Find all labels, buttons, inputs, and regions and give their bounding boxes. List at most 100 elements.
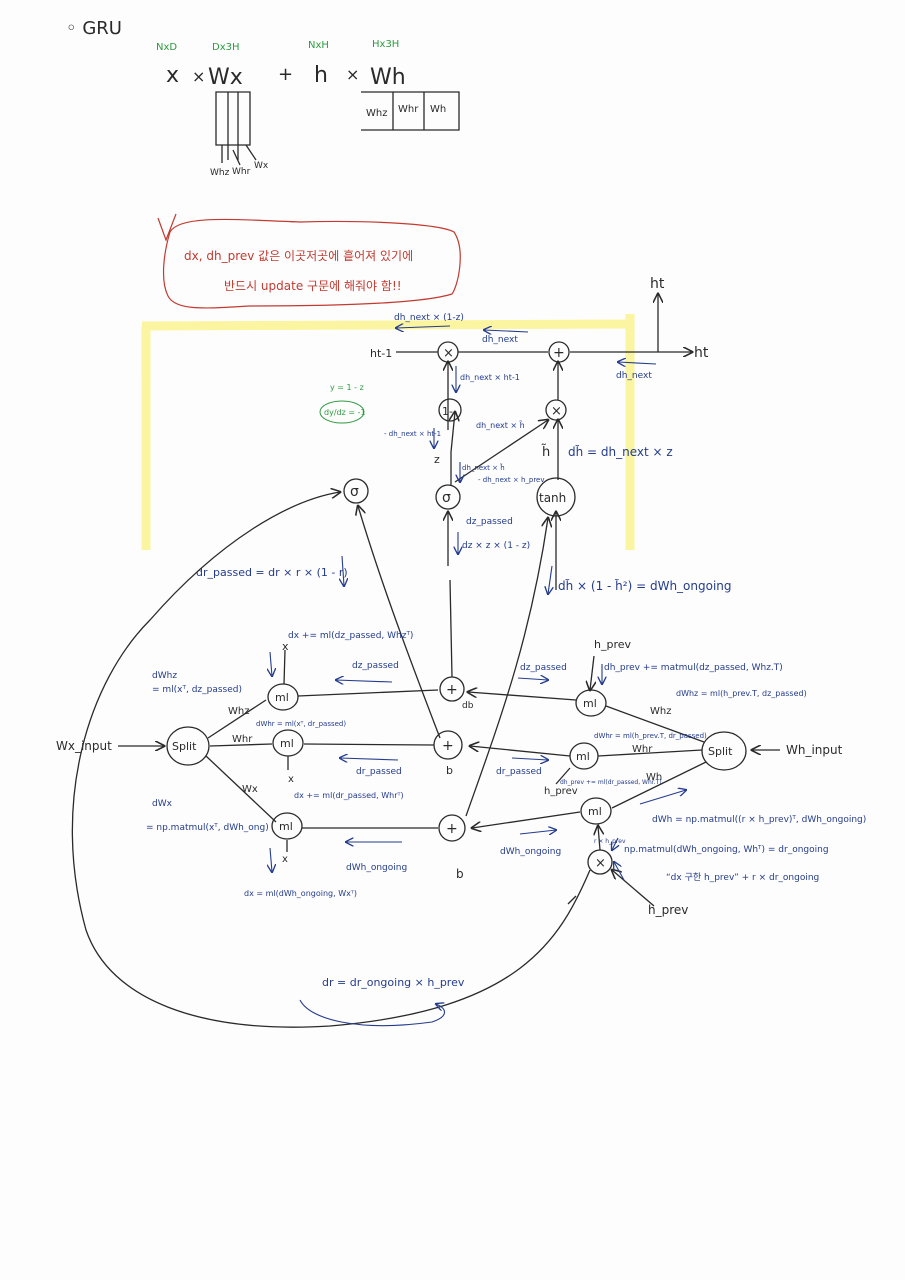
whz-left: Whz [228,706,249,717]
wx-part-z: Whz [210,168,230,178]
eq-h: h [314,63,328,88]
wh-matrix: Whz Whr Wh [361,91,460,131]
dz-passed-top: dz_passed [466,517,513,527]
whr-right: Whr [632,744,653,755]
dz-passed-left: dz_passed [352,661,399,671]
sigma-symbol: σ [350,484,359,500]
wh-part-h: Wh [430,104,446,115]
dr-passed-left: dr_passed [356,767,402,777]
dwhz-left: dWhz [152,671,177,681]
ht-output-up: ht [650,276,665,292]
dh-prev-r: dh_prev += ml(dr_passed, Whr.T) [560,779,662,786]
dx-note: “dx 구한 h_prev” + r × dr_ongoing [666,872,819,883]
plus-symbol: + [553,345,565,361]
matmul-label: ml [583,697,597,710]
dim-dx3h: Dx3H [212,42,240,53]
dx-h: dx = ml(dWh_ongoing, Wxᵀ) [244,889,357,898]
plus-symbol: + [446,821,458,837]
red-note: dx, dh_prev 값은 이곳저곳에 흩어져 있기에 반드시 update … [157,213,461,309]
minus-dh-next: - dh_next × ht-1 [384,430,441,438]
bottom-annotation: dr = dr_ongoing × h_prev [299,976,465,1027]
y-eq: y = 1 - z [330,383,364,392]
matmul-label: ml [279,820,293,833]
dr-passed-right: dr_passed [496,767,542,777]
mul-symbol: × [551,404,562,419]
dwx-left-eq: = np.matmul(xᵀ, dWh_ong) [146,823,269,833]
right-annotations: dh_prev += matmul(dz_passed, Whz.T) dWhz… [496,663,866,883]
dwhz-left-eq: = ml(xᵀ, dz_passed) [152,685,242,695]
eq-times-1: × [192,67,205,86]
whz-right: Whz [650,706,671,717]
wx-part-r: Whr [232,167,251,177]
dz-passed-right: dz_passed [520,663,567,673]
eq-wh: Wh [370,65,406,90]
dwhz-right-eq: dWhz = ml(h_prev.T, dz_passed) [676,689,807,698]
dwh-ongoing-formula: dh̃ × (1 - h̃²) = dWh_ongoing [558,579,732,593]
h-t-minus-1: ht-1 [370,347,392,360]
wx-matrix: Whz Whr Wx [210,91,269,178]
eq-x: x [166,63,179,88]
dydz: dy/dz = -1 [324,408,366,417]
eq-plus: + [278,64,293,85]
h-prev-bottom: h_prev [648,903,688,917]
bias-r: b [446,764,453,777]
wx-part-h: Wx [254,161,269,171]
dwhr-right-eq: dWhr = ml(h_prev.T, dr_passed) [594,732,707,740]
x-bottom-left: x [282,854,288,865]
dwh-ongoing-left: dWh_ongoing [346,863,407,873]
dx-z: dx += ml(dz_passed, Whzᵀ) [288,631,413,641]
plus-symbol: + [442,738,454,754]
notebook-page: { "title": "◦ GRU", "colors": { "ink": "… [0,0,905,1280]
dx-r: dx += ml(dr_passed, Whrᵀ) [294,791,404,800]
wx-left: Wx [242,784,258,795]
r-hprev: r × h_prev [594,838,626,845]
dr-passed-formula: dr_passed = dr × r × (1 - r) [196,566,348,579]
dwhr-left: dWhr = ml(xᵀ, dr_passed) [256,720,346,728]
wh-part-r: Whr [398,104,419,115]
wh-input-label: Wh_input [786,743,843,757]
note-line-1: dx, dh_prev 값은 이곳저곳에 흩어져 있기에 [184,248,413,263]
plus-symbol: + [446,682,458,698]
r-loop: σ [71,478,591,1028]
dim-nxh: NxH [308,40,329,51]
wx-input-label: Wx_input [56,739,112,753]
dh-next-1-z: dh_next × (1-z) [394,313,464,323]
h-tilde-label: h̃ [541,445,550,460]
eq-times-2: × [346,65,359,84]
z-label: z [434,453,440,466]
h-prev-mid: h_prev [544,786,578,797]
eq-wx: Wx [208,65,243,90]
matmul-eq: np.matmul(dWh_ongoing, Whᵀ) = dr_ongoing [624,845,829,855]
dz-note-2: - dh_next × h_prev [478,476,545,484]
h-prev-top: h_prev [594,638,632,651]
left-block: Wx_input Split Whz Whr Wx ml ml ml + + +… [56,579,474,881]
one-minus-symbol: 1- [442,405,453,418]
ht-output-right: ht [694,345,709,361]
sigma-symbol: σ [442,490,451,506]
dz-note-1: dh_next × h̃ [462,464,505,472]
whr-left: Whr [232,734,253,745]
tanh-label: tanh [539,491,566,505]
note-line-2: 반드시 update 구문에 해줘야 함!! [224,279,402,293]
page-title: ◦ GRU [66,18,122,39]
dh-next-label: dh_next [482,335,518,345]
matmul-label: ml [275,691,289,704]
gru-diagram: ◦ GRU NxD Dx3H NxH Hx3H x × Wx + h × Wh … [56,18,866,1028]
wh-part-z: Whz [366,108,387,119]
dwh-eq: dWh = np.matmul((r × h_prev)ᵀ, dWh_ongoi… [652,815,866,825]
db-label: db [462,701,474,711]
dr-eq: dr = dr_ongoing × h_prev [322,976,465,989]
top-annotations: dh_next × (1-z) dh_next dh_next dh_next … [196,313,732,594]
dim-nxd: NxD [156,42,177,53]
dh-next-right: dh_next [616,371,652,381]
dh-prev-eq: dh_prev += matmul(dz_passed, Whz.T) [604,663,783,673]
mul-symbol: × [595,856,606,871]
dh-next-x-hprev: dh_next × ht-1 [460,373,520,382]
x-mid-left: x [288,774,294,785]
mul-symbol: × [443,346,454,361]
matmul-label: ml [576,750,590,763]
dwh-ongoing-right: dWh_ongoing [500,847,561,857]
dh-tilde-eq: dh̃ = dh_next × z [568,445,673,459]
matmul-label: ml [588,805,602,818]
split-label: Split [172,740,197,753]
